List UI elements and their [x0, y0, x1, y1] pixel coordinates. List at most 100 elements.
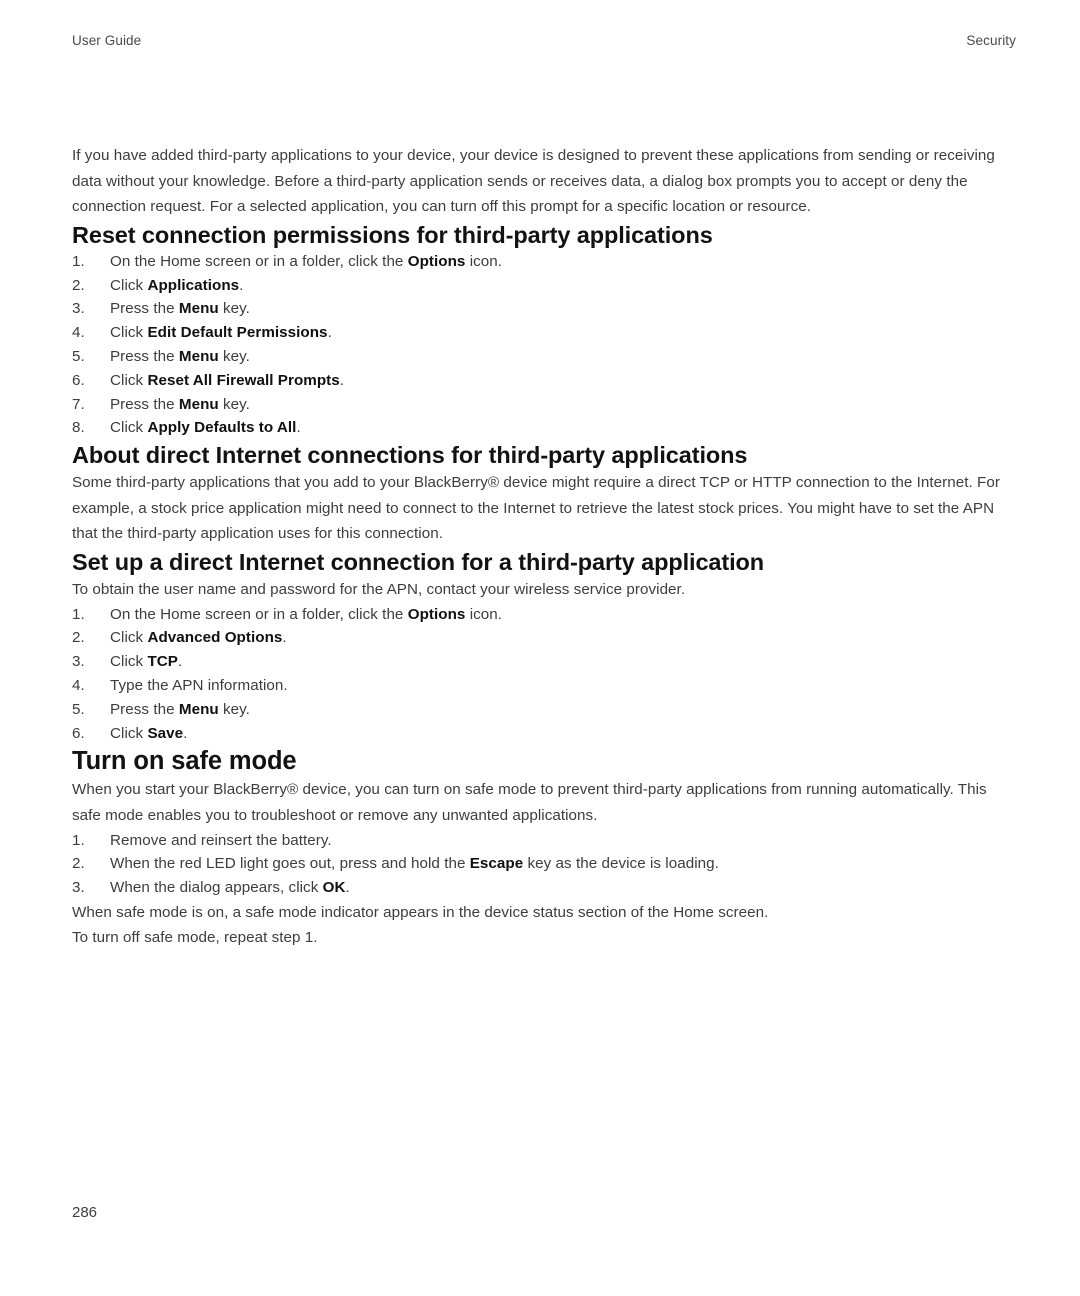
- set-up-direct-internet-connection-lead: To obtain the user name and password for…: [72, 580, 686, 598]
- step-text-pre: When the dialog appears, click: [110, 879, 323, 897]
- list-item: 5. Press the Menu key.: [72, 698, 1016, 722]
- step-number: 7.: [72, 395, 85, 413]
- list-item: 5. Press the Menu key.: [72, 345, 1016, 369]
- list-item: 8. Click Apply Defaults to All.: [72, 416, 1016, 440]
- step-text-pre: On the Home screen or in a folder, click…: [110, 252, 408, 270]
- step-text-bold: TCP: [147, 653, 178, 671]
- step-text-pre: Press the: [110, 700, 179, 718]
- step-text-post: key.: [218, 347, 250, 365]
- page-number: 286: [72, 1204, 98, 1221]
- step-text-pre: Type the APN information.: [110, 676, 288, 694]
- step-text-bold: Advanced Options: [147, 629, 283, 647]
- step-text-bold: Reset All Firewall Prompts: [147, 371, 340, 389]
- step-text-bold: Menu: [178, 347, 219, 365]
- list-item: 3. Click TCP.: [72, 650, 1016, 674]
- step-text-pre: Click: [110, 324, 148, 342]
- list-item: 1. On the Home screen or in a folder, cli…: [72, 250, 1016, 274]
- step-text-bold: Applications: [147, 276, 240, 294]
- step-text-bold: Save: [147, 724, 184, 742]
- document-page: User Guide Security If you have added th…: [0, 0, 1080, 1296]
- step-number: 1.: [72, 831, 85, 849]
- step-text-post: .: [327, 324, 332, 342]
- about-direct-internet-connections-paragraph: Some third-party applications that you a…: [72, 474, 1000, 543]
- step-text-bold: Apply Defaults to All: [147, 419, 297, 437]
- step-number: 3.: [72, 653, 85, 671]
- step-text-post: .: [282, 629, 287, 647]
- turn-off-safe-mode-paragraph: To turn off safe mode, repeat step 1.: [72, 929, 318, 947]
- step-number: 4.: [72, 324, 85, 342]
- step-text-pre: Click: [110, 629, 148, 647]
- step-number: 5.: [72, 700, 85, 718]
- list-item: 6. Click Save.: [72, 722, 1016, 746]
- step-text-bold: OK: [322, 879, 346, 897]
- steps-list-set-up-direct-internet-connection: 1. On the Home screen or in a folder, cli…: [72, 603, 1016, 746]
- step-text-bold: Options: [407, 605, 466, 623]
- step-number: 2.: [72, 855, 85, 873]
- list-item: 6. Click Reset All Firewall Prompts.: [72, 369, 1016, 393]
- step-text-post: key.: [218, 700, 250, 718]
- step-number: 1.: [72, 605, 85, 623]
- step-text-pre: Click: [110, 371, 148, 389]
- list-item: 1. Remove and reinsert the battery.: [72, 829, 1016, 853]
- step-text-pre: On the Home screen or in a folder, click…: [110, 605, 408, 623]
- step-text-pre: Click: [110, 653, 148, 671]
- intro-paragraph: If you have added third-party applicatio…: [72, 147, 995, 216]
- step-text-pre: Remove and reinsert the battery.: [110, 831, 332, 849]
- step-text-bold: Menu: [178, 700, 219, 718]
- step-text-bold: Edit Default Permissions: [147, 324, 328, 342]
- section-heading-reset-connection-permissions: Reset connection permissions for third-p…: [72, 221, 713, 248]
- list-item: 3. When the dialog appears, click OK.: [72, 876, 1016, 900]
- section-heading-about-direct-internet-connections: About direct Internet connections for th…: [72, 442, 748, 469]
- step-number: 2.: [72, 629, 85, 647]
- step-text-post: .: [177, 653, 183, 671]
- step-number: 6.: [72, 724, 85, 742]
- step-text-post: key.: [218, 395, 250, 413]
- turn-on-safe-mode-paragraph: When you start your BlackBerry® device, …: [72, 781, 987, 824]
- step-number: 4.: [72, 676, 85, 694]
- step-text-post: .: [183, 724, 188, 742]
- list-item: 1. On the Home screen or in a folder, cli…: [72, 603, 1016, 627]
- running-header-left: User Guide: [72, 33, 142, 48]
- step-text-post: key as the device is loading.: [523, 855, 719, 873]
- step-text-post: icon.: [465, 605, 503, 623]
- step-text-pre: Click: [110, 419, 148, 437]
- list-item: 2. When the red LED light goes out, press…: [72, 852, 1016, 876]
- step-text-pre: Press the: [110, 395, 179, 413]
- list-item: 2. Click Applications.: [72, 274, 1016, 298]
- step-text-post: .: [345, 879, 350, 897]
- step-text-bold: Menu: [178, 300, 219, 318]
- step-number: 6.: [72, 371, 85, 389]
- step-text-post: .: [296, 419, 301, 437]
- step-number: 3.: [72, 879, 85, 897]
- step-number: 3.: [72, 300, 85, 318]
- step-text-pre: When the red LED light goes out, press a…: [110, 855, 470, 873]
- step-text-post: .: [239, 276, 244, 294]
- steps-list-turn-on-safe-mode: 1. Remove and reinsert the battery. 2. Whe…: [72, 829, 1016, 900]
- step-text-pre: Click: [110, 724, 148, 742]
- step-number: 8.: [72, 419, 85, 437]
- step-text-pre: Press the: [110, 347, 179, 365]
- page-content: If you have added third-party applicatio…: [72, 143, 1016, 951]
- section-heading-turn-on-safe-mode: Turn on safe mode: [72, 747, 297, 776]
- step-text-post: .: [339, 371, 345, 389]
- step-number: 2.: [72, 276, 85, 294]
- step-text-post: key.: [218, 300, 250, 318]
- section-heading-set-up-direct-internet-connection: Set up a direct Internet connection for …: [72, 548, 765, 575]
- list-item: 3. Press the Menu key.: [72, 297, 1016, 321]
- step-text-bold: Menu: [178, 395, 219, 413]
- list-item: 4. Click Edit Default Permissions.: [72, 321, 1016, 345]
- step-text-pre: Click: [110, 276, 148, 294]
- safe-mode-indicator-paragraph: When safe mode is on, a safe mode indica…: [72, 903, 769, 921]
- step-number: 5.: [72, 347, 85, 365]
- list-item: 7. Press the Menu key.: [72, 393, 1016, 417]
- step-text-bold: Options: [407, 252, 466, 270]
- step-text-bold: Escape: [469, 855, 524, 873]
- running-header: User Guide Security: [72, 33, 1016, 49]
- steps-list-reset-connection-permissions: 1. On the Home screen or in a folder, cli…: [72, 250, 1016, 440]
- step-text-post: icon.: [465, 252, 503, 270]
- step-number: 1.: [72, 252, 85, 270]
- list-item: 4. Type the APN information.: [72, 674, 1016, 698]
- step-text-pre: Press the: [110, 300, 179, 318]
- list-item: 2. Click Advanced Options.: [72, 626, 1016, 650]
- running-header-right: Security: [966, 33, 1016, 48]
